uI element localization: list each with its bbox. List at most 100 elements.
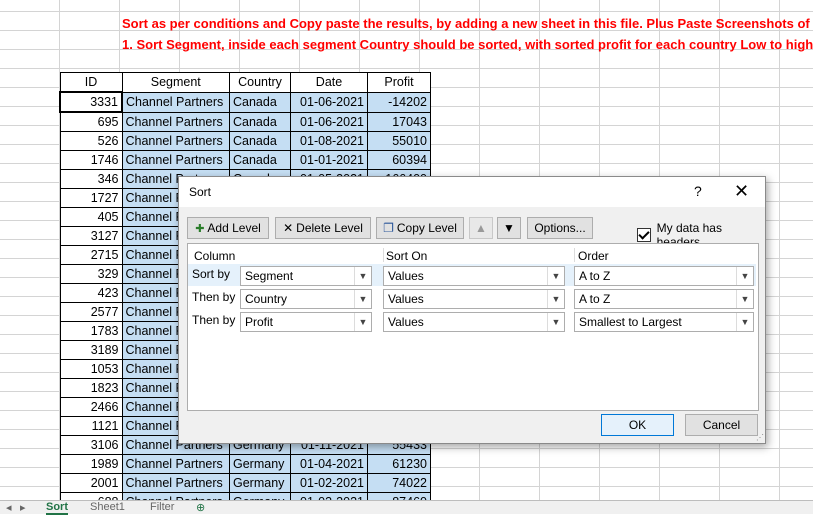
cell-id[interactable]: 346	[59, 169, 123, 189]
next-sheet-icon[interactable]: ▸	[20, 501, 26, 514]
dropdown-value: Smallest to Largest	[579, 315, 682, 329]
cell-profit[interactable]: 60394	[367, 150, 431, 170]
cell-country[interactable]: Germany	[229, 473, 291, 493]
header-id[interactable]: ID	[59, 72, 123, 93]
chevron-down-icon[interactable]: ▼	[354, 313, 371, 331]
add-level-button[interactable]: ✚ Add Level	[187, 217, 269, 239]
cell-id[interactable]: 2466	[59, 397, 123, 417]
cell-id[interactable]: 405	[59, 207, 123, 227]
cell-country[interactable]: Canada	[229, 150, 291, 170]
header-country[interactable]: Country	[229, 72, 291, 93]
cell-date[interactable]: 01-06-2021	[290, 111, 368, 132]
cell-id[interactable]: 1727	[59, 188, 123, 208]
table-row: 3331 Channel Partners Canada 01-06-2021 -142…	[59, 91, 431, 113]
prev-sheet-icon[interactable]: ◂	[6, 501, 12, 514]
help-icon[interactable]: ?	[694, 183, 702, 199]
cell-id[interactable]: 3127	[59, 226, 123, 246]
add-level-icon: ✚	[195, 222, 205, 235]
level-label: Then by	[192, 290, 236, 304]
cell-segment[interactable]: Channel Partners	[121, 91, 230, 113]
sheet-tab-filter[interactable]: Filter	[150, 501, 174, 513]
cell-id[interactable]: 329	[59, 264, 123, 284]
cell-date[interactable]: 01-02-2021	[290, 473, 368, 493]
then-by-sort-on-dropdown[interactable]: Values ▼	[383, 312, 565, 332]
cell-id[interactable]: 3331	[59, 91, 123, 113]
cancel-button[interactable]: Cancel	[685, 414, 758, 436]
delete-level-button[interactable]: ✕ Delete Level	[275, 217, 371, 239]
cell-id[interactable]: 1823	[59, 378, 123, 398]
chevron-down-icon[interactable]: ▼	[736, 267, 753, 285]
cell-id[interactable]: 2001	[59, 473, 123, 493]
ok-button[interactable]: OK	[601, 414, 674, 436]
cell-id[interactable]: 2715	[59, 245, 123, 265]
cell-segment[interactable]: Channel Partners	[121, 473, 230, 493]
then-by-order-dropdown[interactable]: Smallest to Largest ▼	[574, 312, 754, 332]
cell-id[interactable]: 526	[59, 131, 123, 151]
header-profit[interactable]: Profit	[367, 72, 431, 93]
then-by-order-dropdown[interactable]: A to Z ▼	[574, 289, 754, 309]
delete-level-label: Delete Level	[296, 221, 363, 235]
cell-id[interactable]: 423	[59, 283, 123, 303]
cell-profit[interactable]: -14202	[367, 91, 431, 113]
table-row: 2001 Channel Partners Germany 01-02-2021 740…	[59, 473, 431, 493]
chevron-down-icon[interactable]: ▼	[736, 290, 753, 308]
chevron-down-icon[interactable]: ▼	[354, 290, 371, 308]
sort-by-order-dropdown[interactable]: A to Z ▼	[574, 266, 754, 286]
cell-date[interactable]: 01-06-2021	[290, 91, 368, 113]
chevron-down-icon[interactable]: ▼	[547, 267, 564, 285]
new-sheet-icon[interactable]: ⊕	[196, 501, 205, 514]
cell-profit[interactable]: 17043	[367, 111, 431, 132]
then-by-column-dropdown[interactable]: Country ▼	[240, 289, 372, 309]
cell-id[interactable]: 1783	[59, 321, 123, 341]
cell-id[interactable]: 3189	[59, 340, 123, 360]
cell-id[interactable]: 695	[59, 111, 123, 132]
cell-segment[interactable]: Channel Partners	[121, 131, 230, 151]
resize-grip-icon[interactable]: ⋰	[756, 433, 764, 442]
cell-country[interactable]: Canada	[229, 131, 291, 151]
dropdown-value: Values	[388, 315, 424, 329]
options-button[interactable]: Options...	[527, 217, 593, 239]
order-header: Order	[578, 249, 609, 263]
chevron-down-icon[interactable]: ▼	[354, 267, 371, 285]
cell-segment[interactable]: Channel Partners	[121, 111, 230, 132]
cell-segment[interactable]: Channel Partners	[121, 150, 230, 170]
cell-id[interactable]: 1053	[59, 359, 123, 379]
cell-profit[interactable]: 55010	[367, 131, 431, 151]
sort-by-column-dropdown[interactable]: Segment ▼	[240, 266, 372, 286]
cell-date[interactable]: 01-08-2021	[290, 131, 368, 151]
sheet-tab-bar: ◂ ▸ Sort Sheet1 Filter ⊕	[0, 500, 813, 515]
cell-id[interactable]: 3106	[59, 435, 123, 455]
cell-country[interactable]: Canada	[229, 91, 291, 113]
checkbox-checked-icon[interactable]	[637, 228, 651, 242]
then-by-column-dropdown[interactable]: Profit ▼	[240, 312, 372, 332]
cell-id[interactable]: 1746	[59, 150, 123, 170]
then-by-sort-on-dropdown[interactable]: Values ▼	[383, 289, 565, 309]
dialog-titlebar[interactable]: Sort ? ✕	[179, 177, 765, 207]
table-row: 526 Channel Partners Canada 01-08-2021 55010	[59, 131, 431, 151]
cell-id[interactable]: 2577	[59, 302, 123, 322]
chevron-down-icon[interactable]: ▼	[736, 313, 753, 331]
header-segment[interactable]: Segment	[121, 72, 230, 93]
cell-date[interactable]: 01-01-2021	[290, 150, 368, 170]
cell-country[interactable]: Germany	[229, 454, 291, 474]
cell-id[interactable]: 1989	[59, 454, 123, 474]
header-date[interactable]: Date	[290, 72, 368, 93]
sort-on-header: Sort On	[386, 249, 428, 263]
instruction-line-2: 1. Sort Segment, inside each segment Cou…	[122, 37, 813, 52]
cell-profit[interactable]: 74022	[367, 473, 431, 493]
chevron-down-icon[interactable]: ▼	[547, 313, 564, 331]
dropdown-value: Country	[245, 292, 288, 306]
column-header: Column	[194, 249, 236, 263]
move-up-button[interactable]: ▲	[469, 217, 493, 239]
cell-id[interactable]: 1121	[59, 416, 123, 436]
chevron-down-icon[interactable]: ▼	[547, 290, 564, 308]
sort-by-sort-on-dropdown[interactable]: Values ▼	[383, 266, 565, 286]
cell-country[interactable]: Canada	[229, 111, 291, 132]
sheet-tab-sheet1[interactable]: Sheet1	[90, 501, 125, 513]
cell-date[interactable]: 01-04-2021	[290, 454, 368, 474]
cell-profit[interactable]: 61230	[367, 454, 431, 474]
copy-level-button[interactable]: ❐ Copy Level	[376, 217, 464, 239]
move-down-button[interactable]: ▼	[497, 217, 521, 239]
cell-segment[interactable]: Channel Partners	[121, 454, 230, 474]
close-icon[interactable]: ✕	[734, 181, 749, 202]
